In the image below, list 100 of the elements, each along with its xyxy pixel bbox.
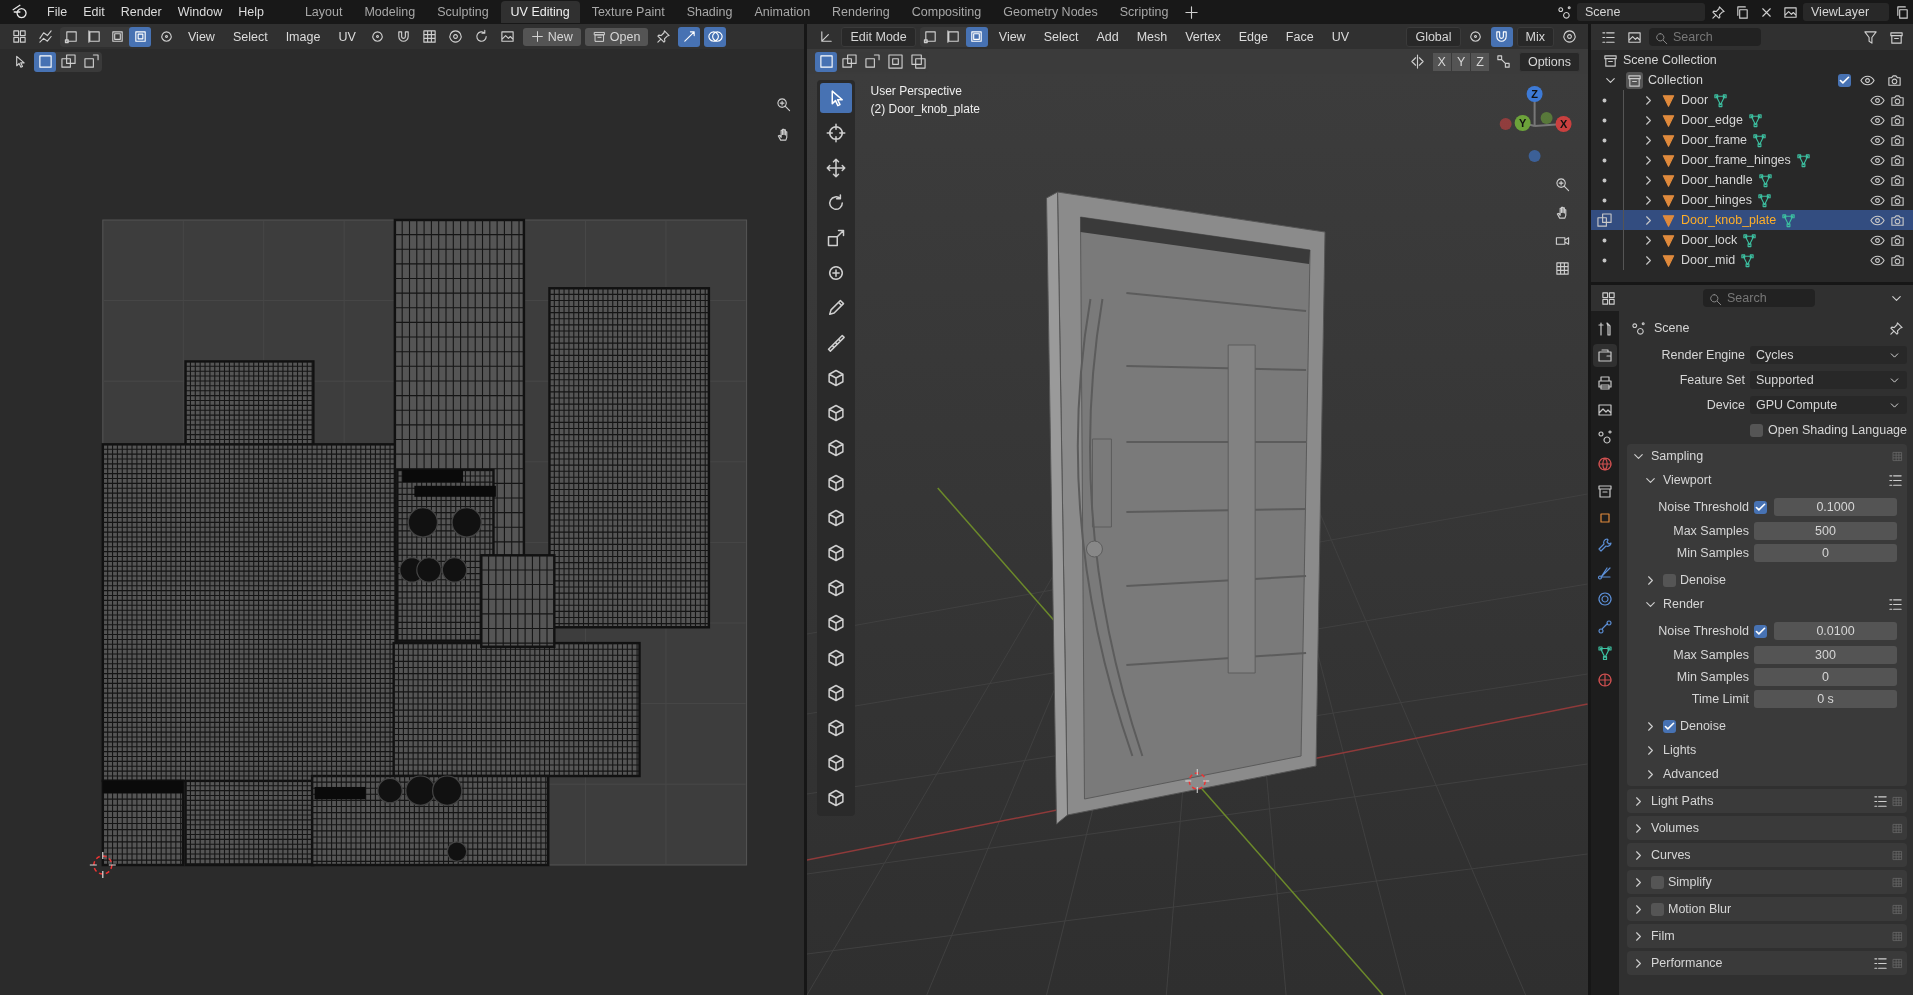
select-box-icon[interactable] <box>820 83 853 113</box>
number-field[interactable]: 0 <box>1754 668 1897 686</box>
menu-item[interactable]: Select <box>225 27 275 46</box>
drag-handle-icon <box>1892 822 1903 834</box>
workspace-tab[interactable]: Texture Paint <box>581 1 675 23</box>
number-field[interactable]: 0 s <box>1754 690 1897 708</box>
face-select-icon[interactable] <box>965 26 988 47</box>
menu-item[interactable]: Render <box>113 3 169 21</box>
menu-item[interactable]: View <box>991 27 1033 46</box>
outliner-row[interactable]: Door <box>1591 90 1913 110</box>
workspace-tab[interactable]: Geometry Nodes <box>993 1 1108 23</box>
scene-field[interactable]: Scene <box>1577 3 1705 21</box>
options-dropdown[interactable]: Options <box>1518 51 1580 72</box>
panel-header[interactable]: Light Paths <box>1651 794 1714 808</box>
render-icon[interactable] <box>1593 344 1617 367</box>
menu-item[interactable]: View <box>181 27 222 46</box>
orientation-dropdown[interactable]: Global <box>1406 26 1461 47</box>
menu-item[interactable]: Edge <box>1231 27 1275 46</box>
collection-label[interactable]: Collection <box>1648 73 1703 87</box>
axis-toggle[interactable]: X <box>1432 52 1451 71</box>
subpanel-header[interactable]: Denoise <box>1680 719 1726 733</box>
outliner-row[interactable]: Door_lock <box>1591 230 1913 250</box>
workspace-tab[interactable]: Shading <box>676 1 743 23</box>
scene-collection-label[interactable]: Scene Collection <box>1623 53 1717 67</box>
panel-header[interactable]: Curves <box>1651 848 1691 862</box>
drag-handle-icon <box>1892 957 1903 969</box>
subpanel-header[interactable]: Denoise <box>1680 573 1726 587</box>
overlay-icon[interactable] <box>704 26 727 47</box>
open-image-button[interactable]: Open <box>584 27 649 46</box>
number-field[interactable]: 500 <box>1754 522 1897 540</box>
select-new-icon[interactable] <box>815 51 838 72</box>
number-field[interactable]: 0.0100 <box>1774 622 1897 640</box>
checkbox[interactable] <box>1750 423 1763 437</box>
subpanel-header[interactable]: Viewport <box>1663 473 1712 487</box>
workspace-tab[interactable]: Scripting <box>1109 1 1179 23</box>
menu-item[interactable]: Select <box>1036 27 1086 46</box>
object-name: Door_lock <box>1681 233 1738 247</box>
subpanel-header[interactable]: Lights <box>1663 743 1697 757</box>
island-select-icon[interactable] <box>129 26 151 47</box>
panel-header[interactable]: Simplify <box>1668 875 1712 889</box>
menu-item[interactable]: UV <box>331 27 363 46</box>
menu-item[interactable]: Face <box>1278 27 1321 46</box>
menu-item[interactable]: Add <box>1089 27 1126 46</box>
outliner-row[interactable]: Door_handle <box>1591 170 1913 190</box>
workspace-tab[interactable]: Sculpting <box>427 1 499 23</box>
axis-toggle[interactable]: Y <box>1451 52 1471 71</box>
checkbox[interactable] <box>1651 875 1664 889</box>
number-field[interactable]: 300 <box>1754 646 1897 664</box>
select-new-icon[interactable] <box>34 51 56 72</box>
panel-header[interactable]: Film <box>1651 929 1675 943</box>
menu-item[interactable]: Mesh <box>1129 27 1175 46</box>
workspace-tab[interactable]: Animation <box>744 1 821 23</box>
2d-cursor-icon[interactable] <box>89 851 117 879</box>
subpanel-header[interactable]: Render <box>1663 597 1704 611</box>
menu-item[interactable]: UV <box>1324 27 1357 46</box>
axis-toggle[interactable]: Z <box>1471 52 1489 71</box>
search-field[interactable]: Search <box>1649 28 1761 46</box>
new-image-button[interactable]: New <box>522 27 581 46</box>
menu-item[interactable]: File <box>40 3 75 21</box>
gizmo-icon[interactable] <box>678 26 701 47</box>
magnet-icon[interactable] <box>1490 26 1513 47</box>
dropdown-field[interactable]: Cycles <box>1750 346 1907 364</box>
menu-item[interactable]: Image <box>278 27 328 46</box>
panel-header[interactable]: Motion Blur <box>1668 902 1732 916</box>
outliner-row[interactable]: Door_hinges <box>1591 190 1913 210</box>
number-field[interactable]: 0.1000 <box>1774 498 1897 516</box>
search-field[interactable]: Search <box>1703 289 1815 307</box>
menu-item[interactable]: Window <box>170 3 230 21</box>
navigation-gizmo[interactable]: Z Y X <box>1500 86 1573 162</box>
checkbox[interactable] <box>1663 573 1676 587</box>
3d-cursor-icon[interactable] <box>1185 768 1211 794</box>
workspace-tab[interactable]: Modeling <box>354 1 426 23</box>
workspace-tab[interactable]: Compositing <box>901 1 992 23</box>
dropdown-field[interactable]: Supported <box>1750 371 1907 389</box>
checkbox[interactable] <box>1838 73 1851 87</box>
menu-item[interactable]: Vertex <box>1178 27 1228 46</box>
view-layer-field[interactable]: ViewLayer <box>1803 3 1889 21</box>
outliner-row[interactable]: Door_knob_plate <box>1591 210 1913 230</box>
checkbox[interactable] <box>1754 500 1767 514</box>
menu-item[interactable]: Help <box>231 3 271 21</box>
outliner-row[interactable]: Door_frame_hinges <box>1591 150 1913 170</box>
outliner-row[interactable]: Door_edge <box>1591 110 1913 130</box>
subpanel-header[interactable]: Advanced <box>1663 767 1719 781</box>
checkbox[interactable] <box>1754 624 1767 638</box>
number-field[interactable]: 0 <box>1754 544 1897 562</box>
mesh-object-icon <box>1661 192 1676 208</box>
checkbox[interactable] <box>1651 902 1664 916</box>
dropdown-field[interactable]: GPU Compute <box>1750 396 1907 414</box>
panel-header[interactable]: Volumes <box>1651 821 1699 835</box>
workspace-tab[interactable]: Layout <box>294 1 353 23</box>
menu-item[interactable]: Edit <box>76 3 112 21</box>
outliner-row[interactable]: Door_mid <box>1591 250 1913 270</box>
panel-header[interactable]: Sampling <box>1651 449 1704 463</box>
mode-dropdown[interactable]: Edit Mode <box>841 26 916 47</box>
snap-target-dropdown[interactable]: Mix <box>1516 26 1554 47</box>
checkbox[interactable] <box>1663 719 1676 733</box>
outliner-row[interactable]: Door_frame <box>1591 130 1913 150</box>
panel-header[interactable]: Performance <box>1651 956 1723 970</box>
workspace-tab[interactable]: Rendering <box>822 1 900 23</box>
workspace-tab[interactable]: UV Editing <box>500 1 580 23</box>
